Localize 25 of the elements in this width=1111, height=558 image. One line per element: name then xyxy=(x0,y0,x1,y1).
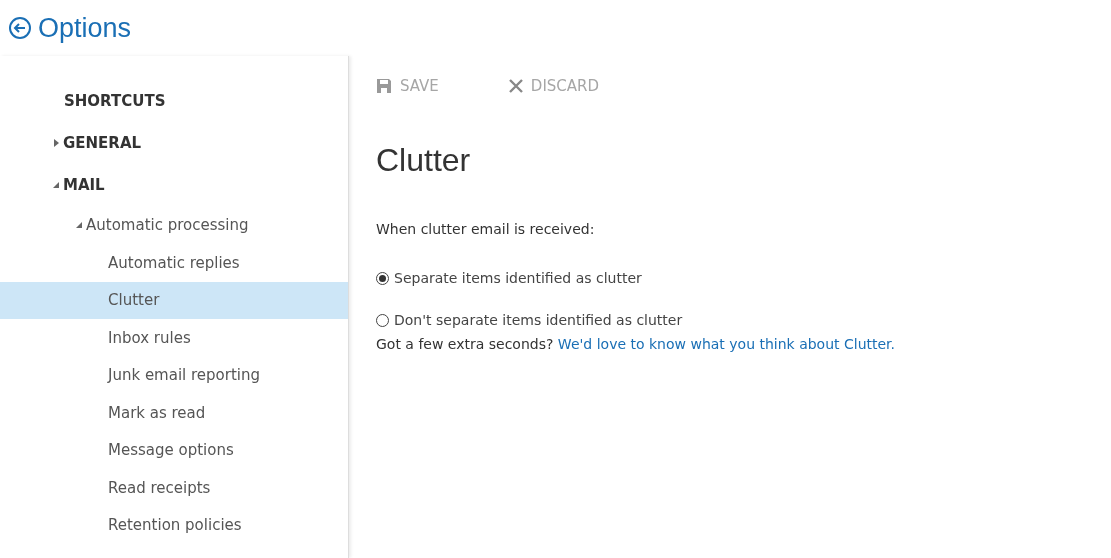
caret-icon[interactable] xyxy=(52,181,60,189)
prompt-text: When clutter email is received: xyxy=(376,221,596,237)
nav-item[interactable]: Clutter xyxy=(0,281,348,319)
section-heading: Clutter xyxy=(376,142,472,179)
nav-item[interactable]: Mark as read xyxy=(0,394,348,432)
nav-section[interactable]: MAIL xyxy=(63,176,105,194)
nav-item[interactable]: Junk email reporting xyxy=(0,356,348,394)
back-icon[interactable] xyxy=(8,16,32,40)
caret-icon[interactable] xyxy=(52,139,60,147)
radio-label[interactable]: Separate items identified as clutter xyxy=(394,270,642,286)
feedback-text: Got a few extra seconds? We'd love to know what you think about Clutter. xyxy=(376,336,897,352)
nav-item[interactable]: Automatic replies xyxy=(0,244,348,282)
radio-label[interactable]: Don't separate items identified as clutter xyxy=(394,312,683,328)
caret-icon[interactable] xyxy=(75,221,83,229)
nav-item[interactable]: Read receipts xyxy=(0,469,348,507)
nav-section[interactable]: GENERAL xyxy=(63,134,142,152)
nav-item[interactable]: Inbox rules xyxy=(0,319,348,357)
nav-item[interactable]: Retention policies xyxy=(0,506,348,544)
feedback-link[interactable]: We'd love to know what you think about Clutter. xyxy=(557,336,896,352)
nav-group[interactable]: Automatic processing xyxy=(86,216,249,234)
nav-item[interactable]: Message options xyxy=(0,431,348,469)
close-icon xyxy=(508,79,523,93)
page-title: Options xyxy=(38,12,132,44)
save-icon xyxy=(376,78,392,94)
nav-section[interactable]: SHORTCUTS xyxy=(64,92,166,110)
